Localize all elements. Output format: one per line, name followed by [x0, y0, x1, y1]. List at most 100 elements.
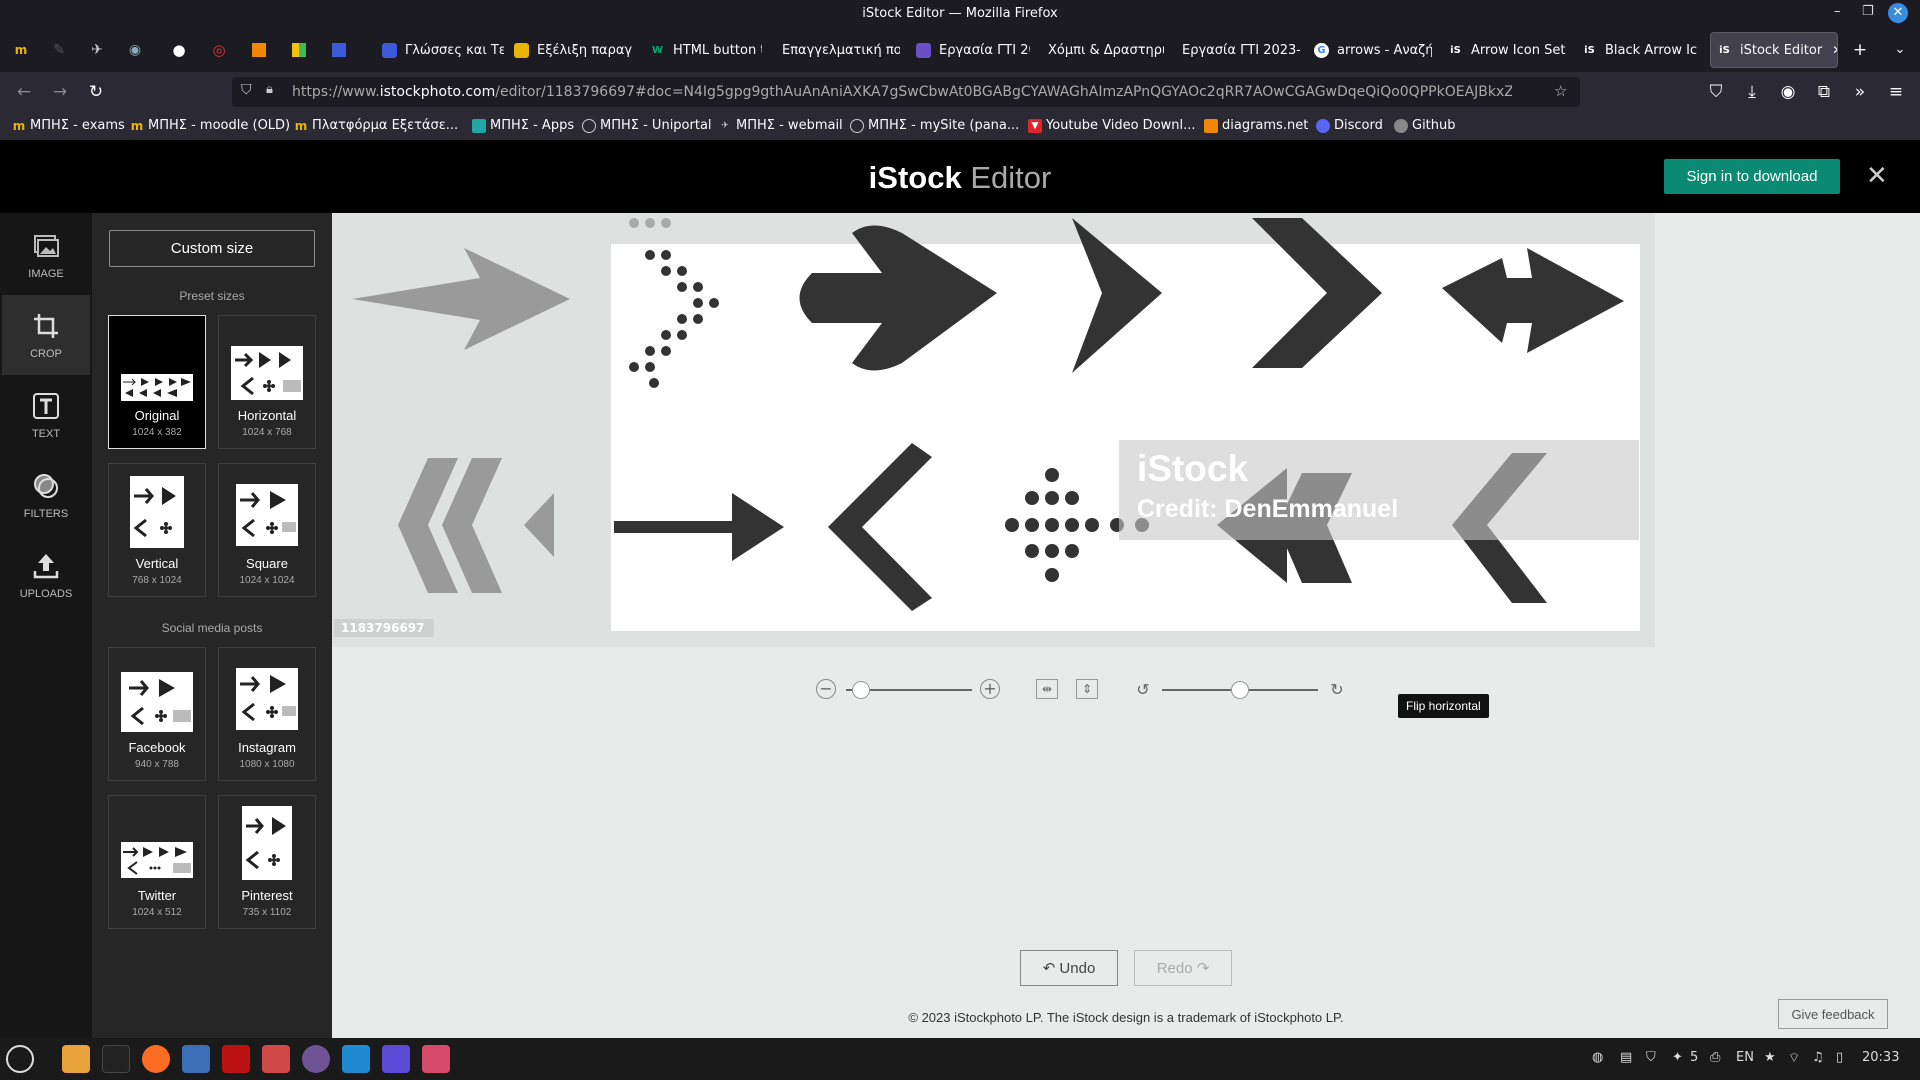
vscode-icon[interactable]	[342, 1045, 370, 1073]
lock-icon[interactable]: 🔒︎	[266, 82, 273, 97]
rail-filters[interactable]: FILTERS	[2, 455, 90, 535]
bookmark-youtube-dl[interactable]: ▼ Youtube Video Downl...	[1028, 118, 1196, 133]
mail-icon[interactable]	[182, 1045, 210, 1073]
new-tab-icon[interactable]: +	[1850, 40, 1870, 60]
preset-instagram[interactable]: Instagram 1080 x 1080	[218, 647, 316, 781]
rotation-slider-handle[interactable]	[1231, 681, 1249, 699]
reload-icon[interactable]: ↻	[86, 82, 106, 102]
tab-8[interactable]: Garrows - Αναζή	[1308, 32, 1432, 68]
flip-vertical-icon[interactable]: ⇕	[1076, 679, 1098, 699]
extensions-icon[interactable]: ⧉	[1814, 82, 1834, 102]
rotate-left-icon[interactable]: ↺	[1132, 679, 1154, 701]
pinned-tab-2[interactable]: ✎	[42, 32, 76, 68]
flip-horizontal-icon[interactable]: ⇹	[1036, 679, 1058, 699]
tab-7[interactable]: Εργασία ΓΤΙ 2023-	[1176, 32, 1300, 68]
bookmark-discord[interactable]: Discord	[1316, 118, 1383, 133]
tab-1[interactable]: Γλώσσες και Τε	[376, 32, 504, 68]
bookmark-moodle[interactable]: m ΜΠΗΣ - moodle (OLD)	[130, 118, 290, 133]
redo-button[interactable]: Redo ↷	[1134, 950, 1232, 986]
star-icon[interactable]: ★	[1764, 1050, 1776, 1065]
crop-canvas[interactable]: 1183796697 iStock Credit: DenEmmanuel	[332, 213, 1655, 647]
minimize-icon[interactable]: –	[1834, 4, 1841, 19]
close-editor-icon[interactable]: ✕	[1866, 161, 1888, 191]
battery-icon[interactable]: ▯	[1836, 1050, 1843, 1065]
pinned-tab-7[interactable]	[242, 32, 276, 68]
wifi-icon[interactable]: ⌔	[1788, 1050, 1800, 1066]
overflow-icon[interactable]: »	[1850, 82, 1870, 102]
image-viewer-icon[interactable]	[422, 1045, 450, 1073]
firefox-icon[interactable]	[142, 1045, 170, 1073]
preset-horizontal[interactable]: Horizontal 1024 x 768	[218, 315, 316, 449]
notification-icon[interactable]: ✦	[1672, 1050, 1683, 1065]
pinned-tab-6[interactable]: ◎	[202, 32, 236, 68]
preset-pinterest[interactable]: Pinterest 735 x 1102	[218, 795, 316, 929]
rail-image[interactable]: IMAGE	[2, 215, 90, 295]
bookmark-uniportal[interactable]: ΜΠΗΣ - Uniportal	[582, 118, 712, 133]
pinned-tab-9[interactable]	[322, 32, 356, 68]
preset-twitter[interactable]: Twitter 1024 x 512	[108, 795, 206, 929]
rail-uploads[interactable]: UPLOADS	[2, 535, 90, 615]
close-window-icon[interactable]: ✕	[1888, 3, 1908, 23]
keyboard-layout[interactable]: EN	[1736, 1050, 1754, 1065]
url-bar[interactable]: ⛉ 🔒︎ https://www.istockphoto.com/editor/…	[232, 77, 1580, 107]
bookmark-webmail[interactable]: ✈ ΜΠΗΣ - webmail	[718, 118, 842, 133]
clock[interactable]: 20:33	[1862, 1050, 1899, 1065]
back-icon[interactable]: ←	[14, 82, 34, 102]
pinned-tab-github[interactable]: ●	[162, 32, 196, 68]
preset-original[interactable]: Original 1024 x 382	[108, 315, 206, 449]
bookmark-platform[interactable]: m Πλατφόρμα Εξετάσε...	[294, 118, 458, 133]
steam-icon[interactable]: ◍	[1592, 1050, 1603, 1065]
account-icon[interactable]: ◉	[1778, 82, 1798, 102]
pocket-icon[interactable]: ⛉	[1706, 82, 1726, 102]
bookmark-exams[interactable]: m ΜΠΗΣ - exams	[12, 118, 125, 133]
tab-5[interactable]: Εργασία ΓΤΙ 20	[910, 32, 1030, 68]
bookmark-github[interactable]: Github	[1394, 118, 1456, 133]
pinned-tab-8[interactable]	[282, 32, 316, 68]
rail-text[interactable]: TEXT	[2, 375, 90, 455]
files-icon[interactable]	[62, 1045, 90, 1073]
terminal-icon[interactable]	[102, 1045, 130, 1073]
zoom-in-icon[interactable]: +	[980, 679, 1000, 699]
undo-button[interactable]: ↶ Undo	[1020, 950, 1118, 986]
tab-6[interactable]: Χόμπι & Δραστηρι	[1042, 32, 1164, 68]
filezilla-icon[interactable]	[222, 1045, 250, 1073]
printer-icon[interactable]: ⎙	[1710, 1050, 1720, 1065]
preset-square[interactable]: Square 1024 x 1024	[218, 463, 316, 597]
url-text[interactable]: https://www.istockphoto.com/editor/11837…	[292, 84, 1512, 100]
bookmark-star-icon[interactable]: ☆	[1554, 82, 1567, 100]
tab-10[interactable]: iS Black Arrow Ic	[1576, 32, 1700, 68]
tab-2[interactable]: Εξέλιξη παραγω	[508, 32, 632, 68]
github-desktop-icon[interactable]	[302, 1045, 330, 1073]
tab-istock-editor[interactable]: iS iStock Editor ✕	[1710, 32, 1838, 68]
pinned-tab-moodle[interactable]: m	[4, 32, 38, 68]
tab-9[interactable]: iS Arrow Icon Set	[1442, 32, 1566, 68]
tab-4[interactable]: Επαγγελματική πο	[776, 32, 900, 68]
downloads-icon[interactable]: ⤓	[1742, 82, 1762, 102]
preset-facebook[interactable]: Facebook 940 x 788	[108, 647, 206, 781]
rail-crop[interactable]: CROP	[2, 295, 90, 375]
forward-icon[interactable]: →	[50, 82, 70, 102]
shield-icon[interactable]: ⛉	[241, 82, 252, 98]
pinned-tab-3[interactable]: ✈	[80, 32, 114, 68]
rotate-right-icon[interactable]: ↻	[1326, 679, 1348, 701]
pinned-tab-4[interactable]: ◉	[118, 32, 152, 68]
game-icon[interactable]	[262, 1045, 290, 1073]
zoom-slider-handle[interactable]	[852, 681, 871, 699]
zoom-out-icon[interactable]: −	[816, 679, 836, 699]
bookmark-apps[interactable]: ΜΠΗΣ - Apps	[472, 118, 574, 133]
media-player-icon[interactable]	[382, 1045, 410, 1073]
restore-icon[interactable]: ❐	[1862, 4, 1874, 19]
sign-in-to-download-button[interactable]: Sign in to download	[1664, 159, 1840, 194]
bookmark-mysite[interactable]: ΜΠΗΣ - mySite (pana...	[850, 118, 1019, 133]
menu-icon[interactable]: ≡	[1886, 82, 1906, 102]
tab-3[interactable]: W HTML button t	[644, 32, 762, 68]
close-tab-icon[interactable]: ✕	[1832, 43, 1837, 57]
tab-list-icon[interactable]: ⌄	[1890, 40, 1910, 60]
give-feedback-button[interactable]: Give feedback	[1778, 999, 1888, 1029]
mint-menu-icon[interactable]	[6, 1045, 34, 1073]
shield-tray-icon[interactable]: ⛉	[1646, 1050, 1656, 1065]
bookmark-diagrams[interactable]: diagrams.net	[1204, 118, 1308, 133]
preset-vertical[interactable]: Vertical 768 x 1024	[108, 463, 206, 597]
sound-icon[interactable]: ♫	[1812, 1050, 1824, 1065]
custom-size-button[interactable]: Custom size	[109, 230, 315, 267]
